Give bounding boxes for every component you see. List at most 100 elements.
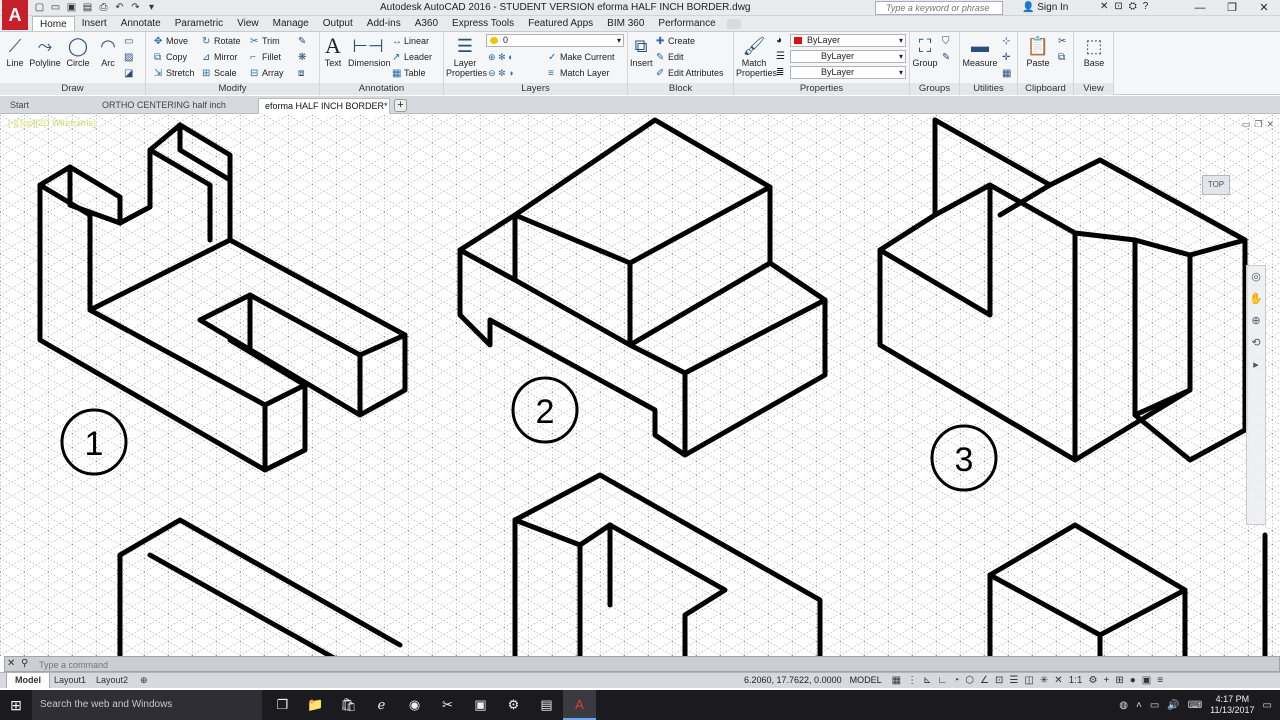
linear-tool[interactable]: ↔ Linear — [392, 34, 429, 49]
tab-view[interactable]: View — [230, 16, 266, 31]
drawing-minimize-icon[interactable]: ▭ — [1242, 119, 1251, 130]
clipboard-panel-title[interactable]: Clipboard — [1018, 83, 1073, 95]
new-file-tab-button[interactable]: + — [394, 99, 407, 112]
viewcube[interactable]: TOP — [1198, 155, 1268, 225]
ungroup-icon[interactable]: ⛉ — [942, 34, 950, 50]
save-icon[interactable]: ▣ — [64, 1, 79, 14]
linetype-dropdown[interactable]: ByLayer — [790, 50, 906, 63]
annotation-scale[interactable]: 1:1 — [1069, 675, 1083, 686]
paste-tool[interactable]: 📋 Paste — [1022, 34, 1054, 68]
clock[interactable]: 4:17 PM 11/13/2017 — [1210, 694, 1254, 716]
drawing-restore-icon[interactable]: ❐ — [1254, 119, 1262, 130]
color-dropdown[interactable]: ByLayer — [790, 34, 906, 47]
move-tool[interactable]: ✥ Move — [154, 34, 188, 49]
ribbon-options-toggle[interactable] — [726, 19, 741, 29]
viewcube-top-face[interactable]: TOP — [1202, 175, 1230, 195]
volume-icon[interactable]: 🔊 — [1167, 700, 1179, 711]
quick-select-icon[interactable]: ⊹ — [1002, 34, 1011, 50]
layer-freeze-icon[interactable]: ✻ — [498, 52, 506, 62]
redo-icon[interactable]: ↷ — [128, 1, 143, 14]
viewport-controls-label[interactable]: [-][Top][2D Wireframe] — [8, 118, 96, 128]
workspace-switch-icon[interactable]: ⚙ — [1089, 675, 1098, 686]
hatch-icon[interactable]: ▨ — [124, 50, 133, 66]
workspace-icon[interactable]: ▾ — [144, 1, 159, 14]
settings-icon[interactable]: ⚙ — [497, 690, 530, 720]
tab-annotate[interactable]: Annotate — [114, 16, 168, 31]
close-button[interactable]: ✕ — [1248, 0, 1280, 16]
tab-insert[interactable]: Insert — [75, 16, 114, 31]
add-icon[interactable]: + — [1103, 675, 1109, 686]
block-panel-title[interactable]: Block — [628, 83, 733, 95]
view-panel-title[interactable]: View — [1074, 83, 1113, 95]
customization-icon[interactable]: ≡ — [1157, 675, 1163, 686]
pan-icon[interactable]: ✋ — [1247, 288, 1265, 310]
ime-icon[interactable]: ⌨ — [1188, 700, 1202, 711]
tab-layout1[interactable]: Layout1 — [46, 673, 94, 688]
start-button[interactable]: ⊞ — [0, 690, 32, 720]
orbit-icon[interactable]: ⟲ — [1247, 332, 1265, 354]
rectangle-icon[interactable]: ▭ — [124, 34, 133, 50]
layer-isolate-icon[interactable]: ⊕ — [488, 52, 496, 62]
showmotion-icon[interactable]: ▸ — [1247, 354, 1265, 376]
print-icon[interactable]: ⎙ — [96, 1, 111, 14]
polar-icon[interactable]: ◔ — [953, 675, 959, 686]
coordinates-readout[interactable]: 6.2060, 17.7622, 0.0000 — [744, 675, 842, 685]
tab-eforma-half-inch-border[interactable]: eforma HALF INCH BORDER* — [258, 98, 390, 114]
transparency-icon[interactable]: ◫ — [1024, 675, 1033, 686]
tab-add-ins[interactable]: Add-ins — [360, 16, 408, 31]
offset-icon[interactable]: ⧈ — [298, 66, 306, 82]
array-tool[interactable]: ⊟ Array — [250, 66, 284, 81]
erase-icon[interactable]: ✎ — [298, 34, 306, 50]
edit-block-tool[interactable]: ✎ Edit — [656, 50, 684, 65]
save-as-icon[interactable]: ▤ — [80, 1, 95, 14]
lineweight-display-icon[interactable]: ☰ — [1009, 675, 1018, 686]
open-icon[interactable]: ▭ — [48, 1, 63, 14]
command-input[interactable] — [39, 658, 1239, 671]
sign-in-button[interactable]: 👤 Sign In — [1022, 2, 1068, 13]
object-snap-icon[interactable]: ⊡ — [995, 675, 1003, 686]
tab-model[interactable]: Model — [6, 673, 50, 688]
command-line-search-icon[interactable]: ⚲ — [21, 658, 28, 669]
gradient-icon[interactable]: ◪ — [124, 66, 133, 82]
modify-panel-title[interactable]: Modify — [146, 83, 319, 95]
arc-tool[interactable]: ◠ Arc — [96, 34, 120, 68]
autocad-taskbar-icon[interactable]: A — [563, 690, 596, 720]
edit-attributes-tool[interactable]: ✐ Edit Attributes — [656, 66, 724, 81]
tab-parametric[interactable]: Parametric — [168, 16, 230, 31]
notifications-icon[interactable]: ▭ — [1263, 700, 1272, 711]
drawing-area[interactable]: 1 2 3 [-][Top][2D Wireframe] ▭ ❐ ✕ TOP ◎… — [0, 115, 1280, 656]
tab-a360[interactable]: A360 — [408, 16, 445, 31]
hardware-accel-icon[interactable]: ⊞ — [1115, 675, 1123, 686]
isolate-objects-icon[interactable]: ● — [1130, 675, 1136, 686]
match-properties-tool[interactable]: 🖌 Match Properties — [736, 34, 777, 78]
isodraft-icon[interactable]: ⬡ — [965, 675, 974, 686]
tab-manage[interactable]: Manage — [266, 16, 316, 31]
trim-tool[interactable]: ✂ Trim — [250, 34, 280, 49]
explode-icon[interactable]: ❋ — [298, 50, 306, 66]
snap-icon[interactable]: ⋮ — [907, 675, 917, 686]
draw-panel-title[interactable]: Draw — [0, 83, 145, 95]
edge-icon[interactable]: ℯ — [365, 690, 398, 720]
auto-scale-icon[interactable]: ✕ — [1054, 675, 1062, 686]
minimize-button[interactable]: — — [1184, 0, 1216, 16]
tab-output[interactable]: Output — [316, 16, 360, 31]
rotate-tool[interactable]: ↻ Rotate — [202, 34, 241, 49]
help-icon[interactable]: ? — [1143, 1, 1149, 12]
scale-tool[interactable]: ⊞ Scale — [202, 66, 237, 81]
tab-featured-apps[interactable]: Featured Apps — [521, 16, 600, 31]
store-icon[interactable]: 🛍 — [332, 690, 365, 720]
help-search-input[interactable] — [875, 1, 1003, 15]
utilities-panel-title[interactable]: Utilities — [960, 83, 1017, 95]
grid-icon[interactable]: ▦ — [892, 675, 901, 686]
drawing-close-icon[interactable]: ✕ — [1266, 119, 1274, 130]
layer-off-icon[interactable]: ◐ — [508, 52, 513, 62]
model-space-toggle[interactable]: MODEL — [850, 675, 882, 685]
chrome-icon[interactable]: ◉ — [398, 690, 431, 720]
layer-on-icon[interactable]: ◑ — [508, 68, 513, 78]
annotation-visibility-icon[interactable]: ✳ — [1040, 675, 1048, 686]
calculator-icon[interactable]: ▦ — [1002, 66, 1011, 82]
tab-ortho-centering[interactable]: ORTHO CENTERING half inch boarder* — [96, 98, 256, 125]
measure-tool[interactable]: ▬ Measure — [962, 34, 998, 68]
clean-screen-icon[interactable]: ▣ — [1142, 675, 1151, 686]
cut-icon[interactable]: ✂ — [1058, 34, 1066, 50]
